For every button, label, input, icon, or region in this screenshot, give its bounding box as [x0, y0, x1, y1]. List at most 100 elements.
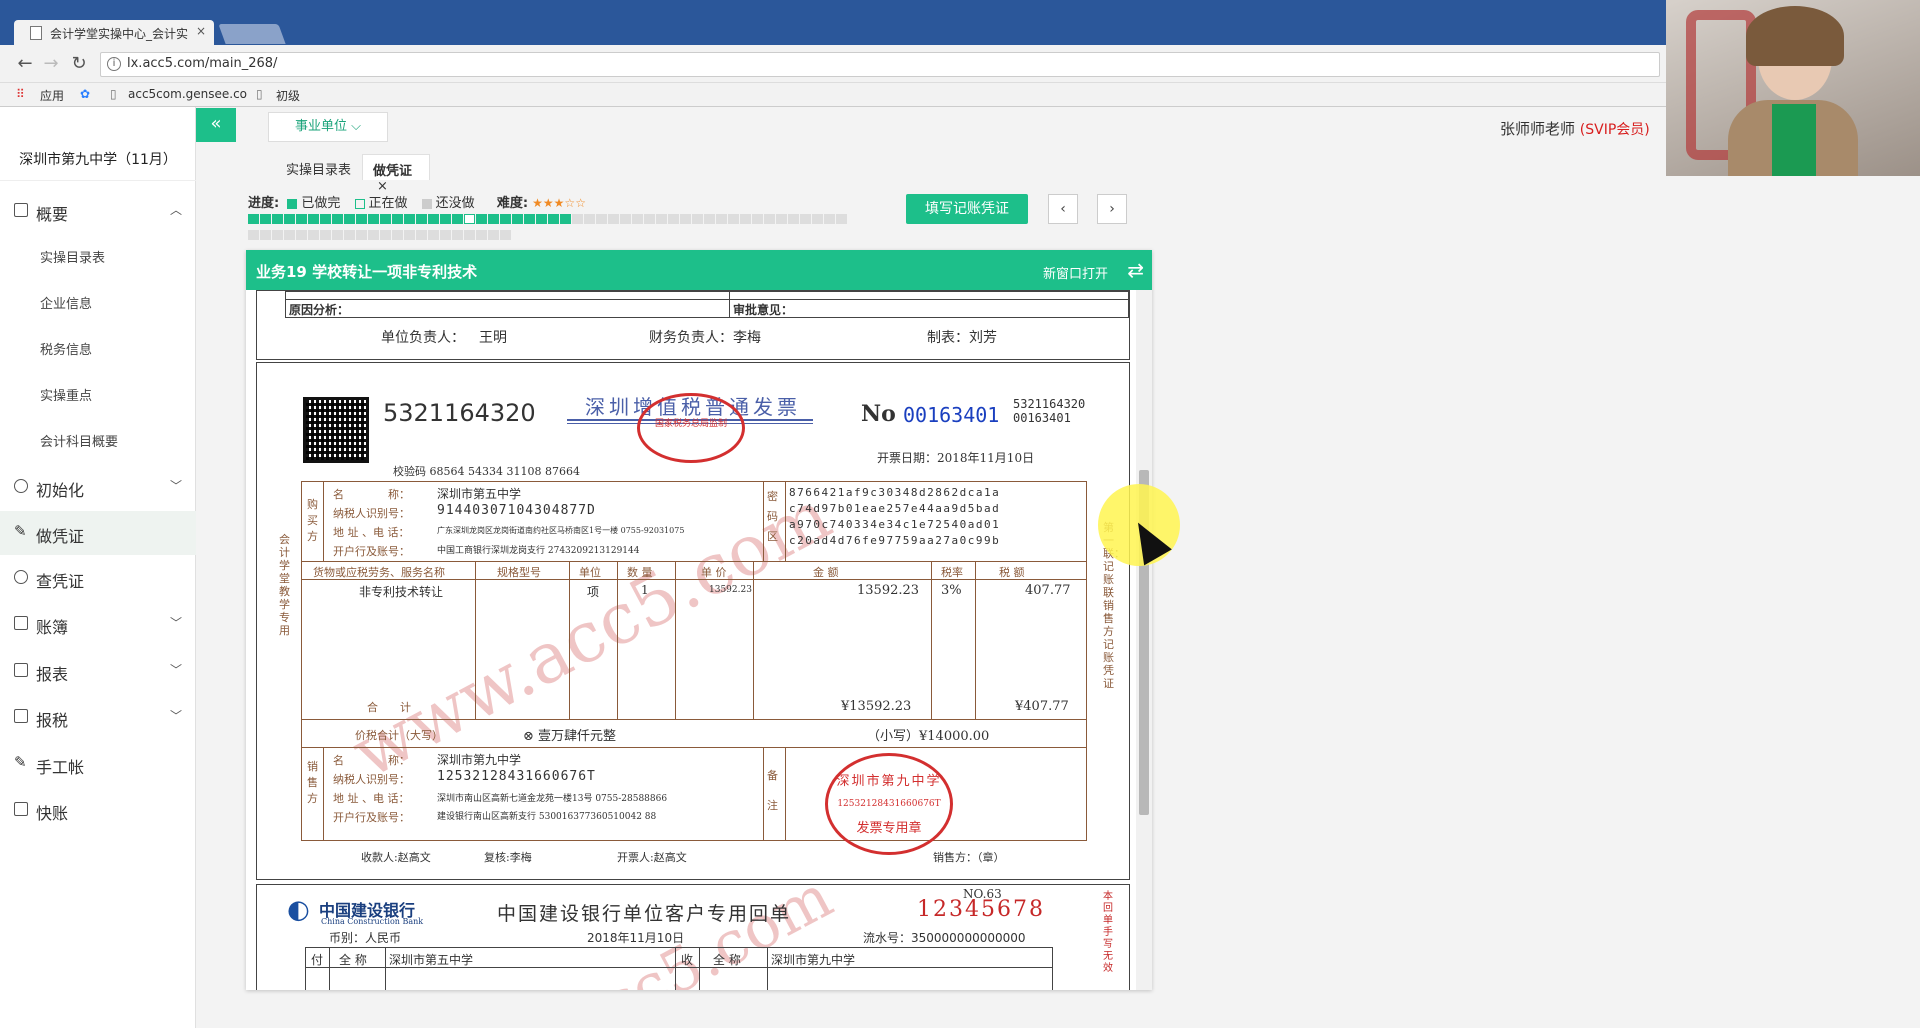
info-icon[interactable]: i	[107, 57, 121, 71]
progress-block[interactable]	[500, 230, 511, 240]
progress-block[interactable]	[608, 214, 619, 224]
progress-block[interactable]	[428, 230, 439, 240]
sidebar-item-manual[interactable]: ✎ 手工帐	[0, 742, 196, 786]
progress-block[interactable]	[776, 214, 787, 224]
progress-block[interactable]	[428, 214, 439, 224]
progress-block[interactable]	[368, 230, 379, 240]
back-icon[interactable]: ←	[14, 54, 36, 76]
apps-icon[interactable]: ⠿	[16, 87, 25, 101]
sidebar-item-quick[interactable]: 快账	[0, 788, 196, 832]
progress-block[interactable]	[668, 214, 679, 224]
user-info[interactable]: 张师师老师 (SVIP会员)	[1500, 118, 1650, 139]
progress-block[interactable]	[356, 230, 367, 240]
progress-block[interactable]	[452, 230, 463, 240]
document-scroll-area[interactable]: 原因分析： 审批意见： 单位负责人： 王明 财务负责人：李梅 制表：刘芳 www…	[246, 290, 1136, 990]
progress-block[interactable]	[524, 214, 535, 224]
prev-button[interactable]: ‹	[1048, 194, 1078, 224]
sidebar-sub-company[interactable]: 企业信息	[0, 279, 196, 323]
new-tab-button[interactable]	[218, 24, 286, 44]
progress-block[interactable]	[812, 214, 823, 224]
sidebar-sub-tax[interactable]: 税务信息	[0, 325, 196, 369]
progress-block[interactable]	[308, 214, 319, 224]
progress-block[interactable]	[344, 230, 355, 240]
bookmark-gensee[interactable]: acc5com.gensee.co	[128, 87, 247, 101]
progress-block[interactable]	[452, 214, 463, 224]
swap-icon[interactable]: ⇄	[1127, 258, 1144, 282]
sidebar-item-tax-filing[interactable]: 报税 ﹀	[0, 695, 196, 739]
sidebar-item-init[interactable]: 初始化 ﹀	[0, 465, 196, 509]
sidebar-item-reports[interactable]: 报表 ﹀	[0, 649, 196, 693]
forward-icon[interactable]: →	[40, 54, 62, 76]
progress-block[interactable]	[500, 214, 511, 224]
progress-block[interactable]	[704, 214, 715, 224]
sidebar-item-overview[interactable]: 概要 ︿	[0, 189, 196, 233]
progress-block[interactable]	[356, 214, 367, 224]
progress-block[interactable]	[752, 214, 763, 224]
progress-block[interactable]	[620, 214, 631, 224]
progress-block[interactable]	[572, 214, 583, 224]
progress-block[interactable]	[596, 214, 607, 224]
bookmark-chuji[interactable]: 初级	[276, 87, 300, 104]
progress-block[interactable]	[284, 230, 295, 240]
bookmark-apps[interactable]: 应用	[40, 87, 64, 104]
progress-block[interactable]	[692, 214, 703, 224]
progress-block[interactable]	[716, 214, 727, 224]
sidebar-item-make-voucher[interactable]: ✎ 做凭证	[0, 511, 196, 555]
progress-block[interactable]	[584, 214, 595, 224]
progress-block[interactable]	[296, 214, 307, 224]
progress-block[interactable]	[464, 214, 475, 224]
progress-block[interactable]	[332, 230, 343, 240]
open-new-window-link[interactable]: 新窗口打开	[1043, 263, 1108, 282]
sidebar-sub-keypoints[interactable]: 实操重点	[0, 371, 196, 415]
progress-block[interactable]	[248, 214, 259, 224]
progress-block[interactable]	[824, 214, 835, 224]
close-tab-icon[interactable]: ×	[196, 24, 206, 38]
progress-block[interactable]	[488, 214, 499, 224]
tab-catalog[interactable]: 实操目录表	[276, 154, 361, 180]
progress-block[interactable]	[800, 214, 811, 224]
progress-block[interactable]	[380, 230, 391, 240]
progress-block[interactable]	[368, 214, 379, 224]
collapse-sidebar-button[interactable]: «	[196, 108, 236, 142]
progress-block[interactable]	[488, 230, 499, 240]
sidebar-item-ledger[interactable]: 账簿 ﹀	[0, 602, 196, 646]
progress-block[interactable]	[380, 214, 391, 224]
progress-block[interactable]	[248, 230, 259, 240]
progress-block[interactable]	[344, 214, 355, 224]
progress-block[interactable]	[296, 230, 307, 240]
progress-block[interactable]	[320, 230, 331, 240]
progress-block[interactable]	[788, 214, 799, 224]
progress-block[interactable]	[548, 214, 559, 224]
progress-block[interactable]	[272, 214, 283, 224]
progress-block[interactable]	[464, 230, 475, 240]
progress-block[interactable]	[272, 230, 283, 240]
progress-block[interactable]	[536, 214, 547, 224]
progress-block[interactable]	[740, 214, 751, 224]
progress-block[interactable]	[764, 214, 775, 224]
fill-voucher-button[interactable]: 填写记账凭证	[906, 194, 1028, 224]
progress-block[interactable]	[260, 230, 271, 240]
reload-icon[interactable]: ↻	[68, 54, 90, 76]
progress-block[interactable]	[476, 230, 487, 240]
tab-make-voucher[interactable]: 做凭证 ×	[362, 154, 430, 194]
progress-block[interactable]	[260, 214, 271, 224]
progress-block[interactable]	[512, 214, 523, 224]
progress-block[interactable]	[560, 214, 571, 224]
progress-block[interactable]	[416, 214, 427, 224]
sidebar-sub-accounts[interactable]: 会计科目概要	[0, 417, 196, 461]
progress-block[interactable]	[656, 214, 667, 224]
progress-block[interactable]	[404, 214, 415, 224]
sidebar-item-search-voucher[interactable]: 查凭证	[0, 556, 196, 600]
progress-block[interactable]	[320, 214, 331, 224]
progress-block[interactable]	[440, 230, 451, 240]
progress-block[interactable]	[440, 214, 451, 224]
progress-block[interactable]	[392, 214, 403, 224]
progress-block[interactable]	[728, 214, 739, 224]
progress-block[interactable]	[680, 214, 691, 224]
progress-block[interactable]	[404, 230, 415, 240]
progress-block[interactable]	[836, 214, 847, 224]
progress-block[interactable]	[644, 214, 655, 224]
progress-block[interactable]	[308, 230, 319, 240]
progress-block[interactable]	[476, 214, 487, 224]
unit-selector[interactable]: 事业单位 ⌵	[268, 112, 388, 142]
